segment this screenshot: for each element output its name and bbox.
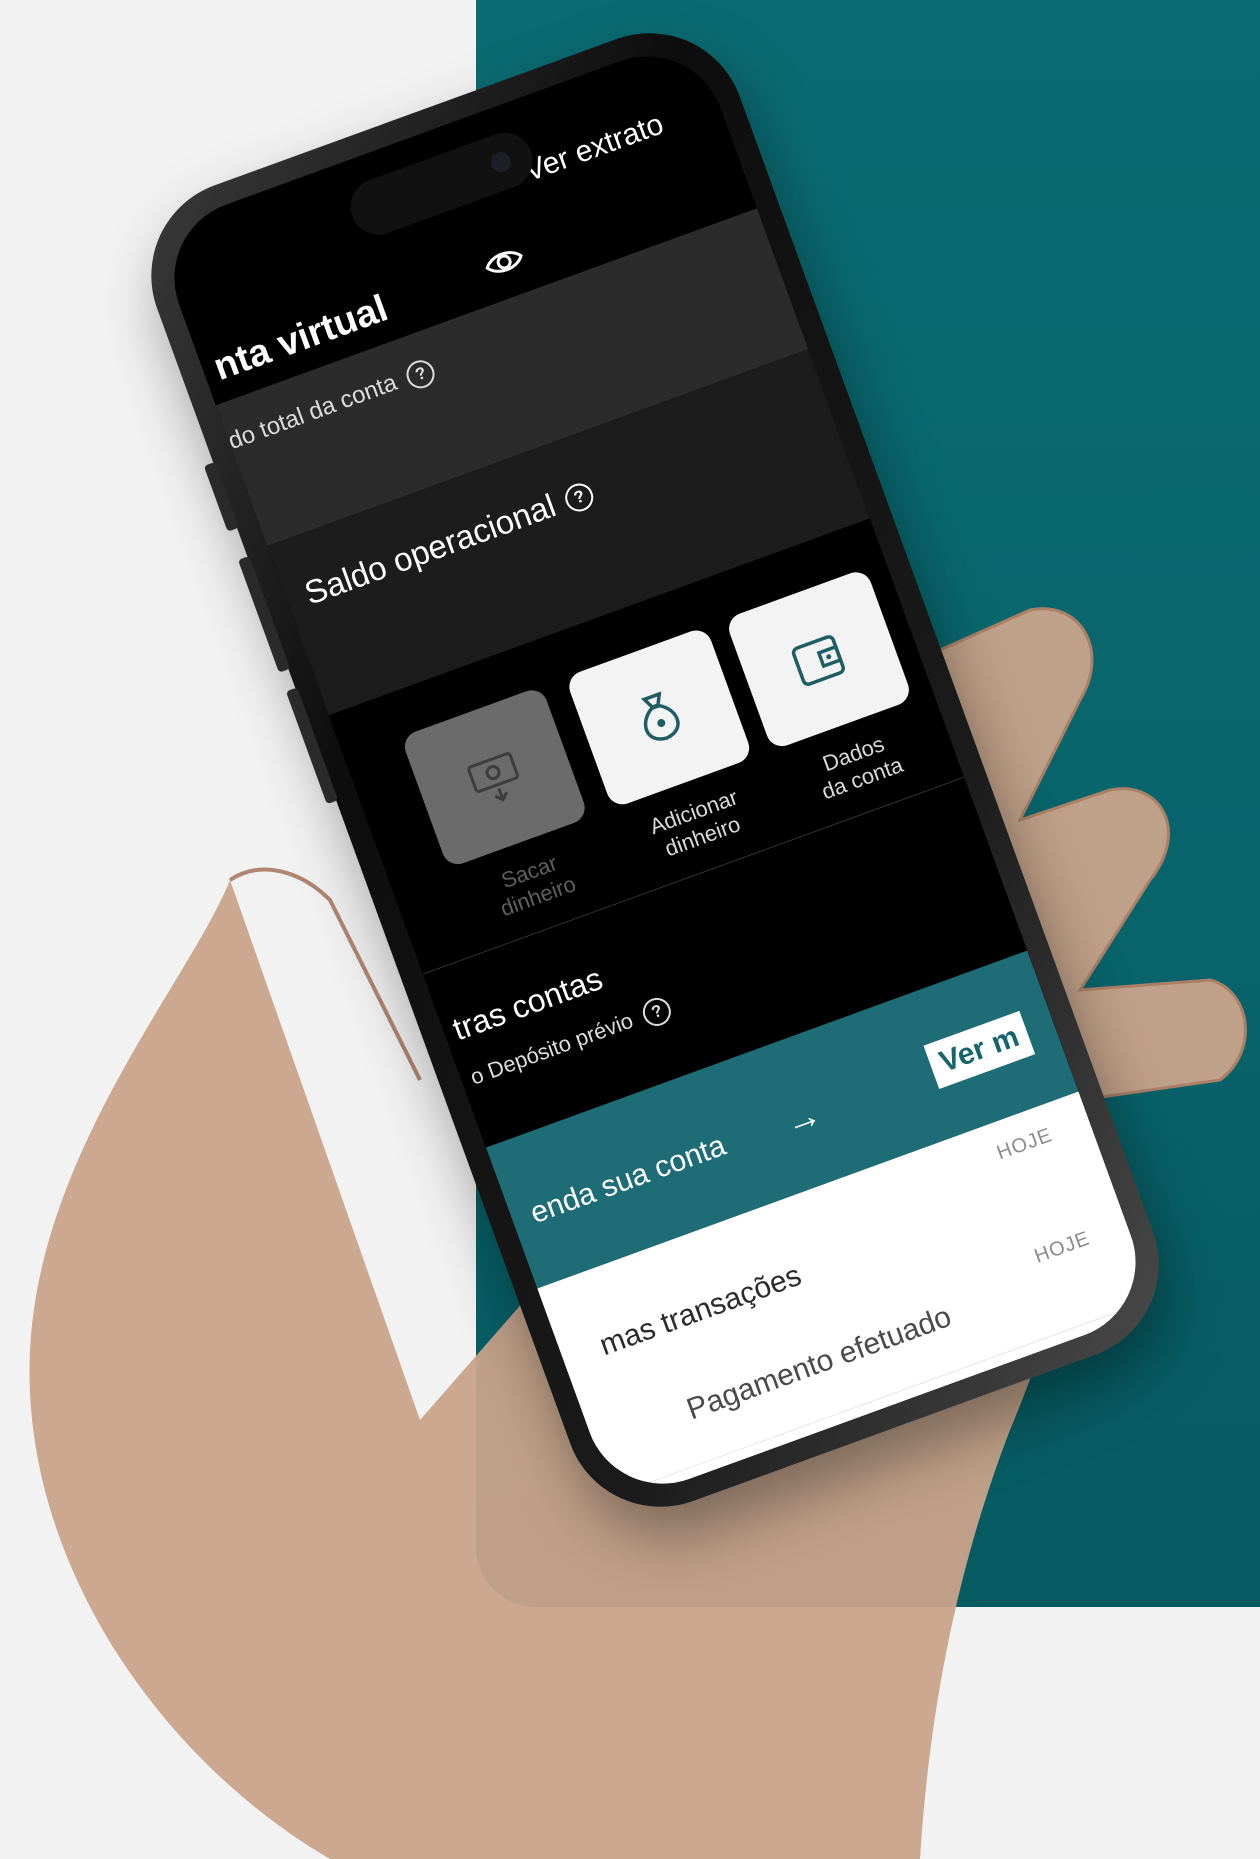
transaction-date: HOJE xyxy=(1031,1227,1093,1268)
adicionar-dinheiro-tile xyxy=(564,625,754,809)
arrow-right-icon: → xyxy=(778,1092,827,1144)
wallet-icon xyxy=(791,635,845,686)
help-icon[interactable]: ? xyxy=(639,994,676,1030)
promo-banner-label: enda sua conta xyxy=(525,1128,731,1231)
dados-da-conta-tile xyxy=(724,567,914,751)
sacar-dinheiro-tile xyxy=(400,685,590,869)
help-icon[interactable]: ? xyxy=(402,355,439,392)
cash-withdraw-icon xyxy=(467,752,519,802)
money-bag-icon xyxy=(640,691,680,741)
camera-icon xyxy=(487,149,514,175)
eye-icon[interactable] xyxy=(480,241,528,283)
ver-extrato-link[interactable]: Ver extrato xyxy=(520,108,668,190)
help-icon[interactable]: ? xyxy=(561,479,598,516)
date-header: HOJE xyxy=(993,1124,1056,1165)
